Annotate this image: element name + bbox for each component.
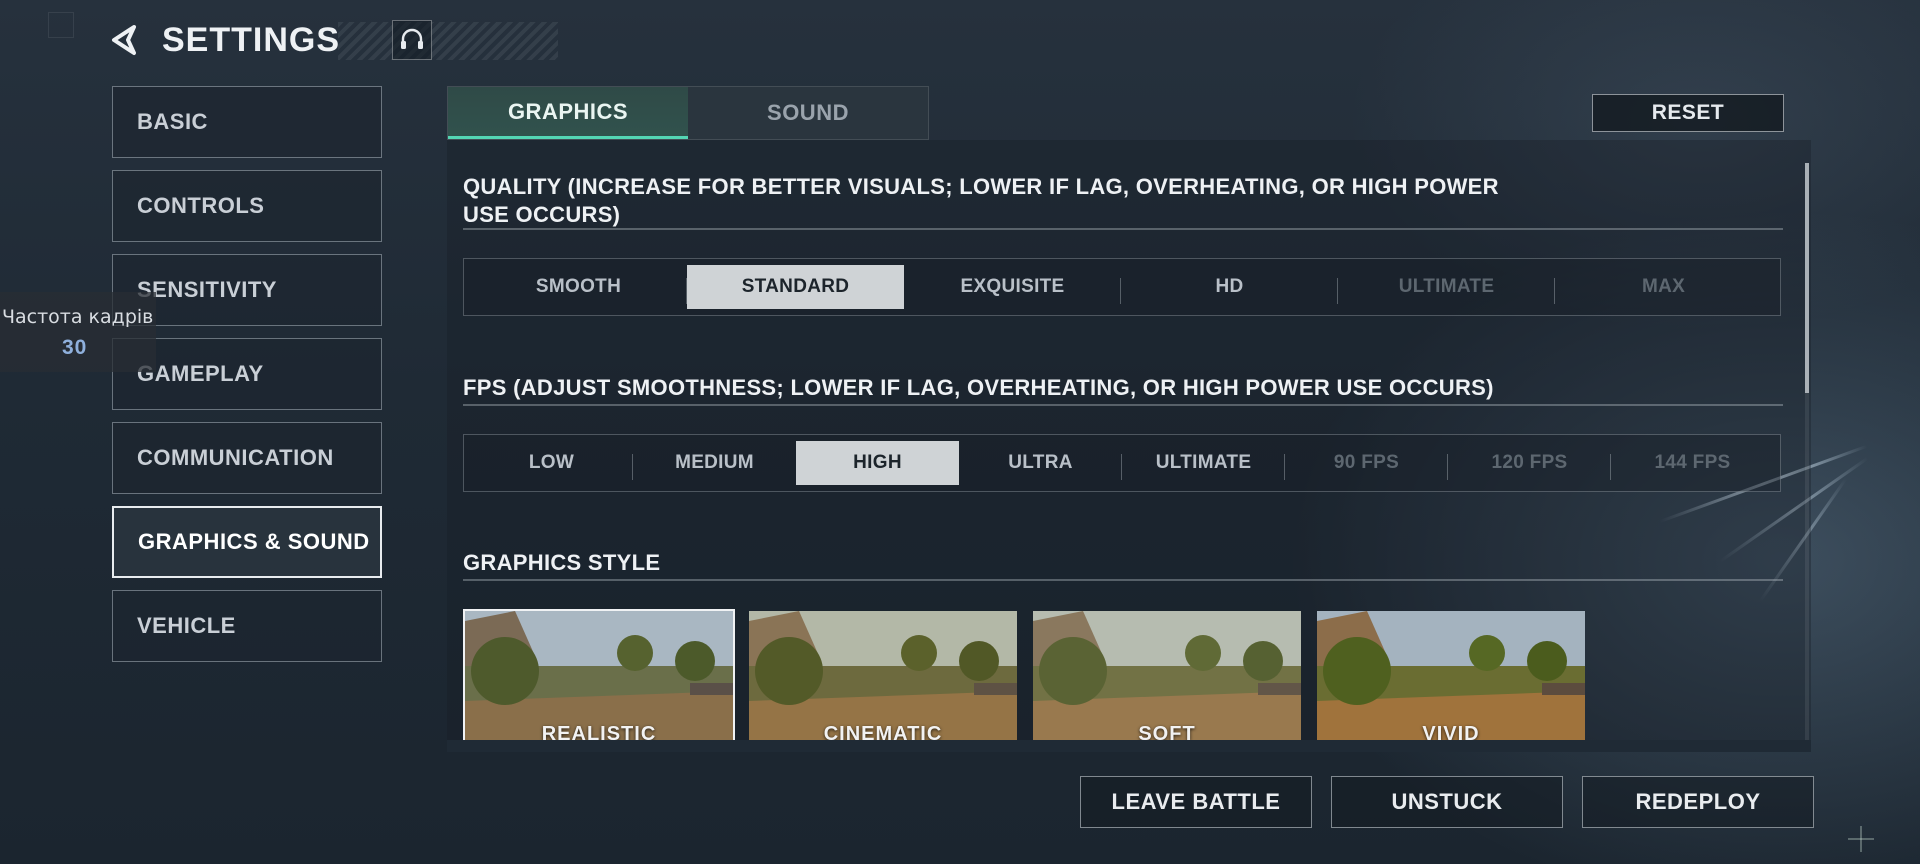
page-title: SETTINGS [162, 20, 341, 59]
header-stripes [338, 22, 558, 60]
quality-option-hd[interactable]: HD [1121, 265, 1338, 309]
sidebar-item-label: CONTROLS [137, 193, 265, 218]
graphics-style-title: GRAPHICS STYLE [463, 550, 661, 575]
corner-mark [48, 12, 74, 38]
fps-option-120[interactable]: 120 FPS [1448, 441, 1611, 485]
redeploy-button[interactable]: REDEPLOY [1582, 776, 1814, 828]
style-card-soft[interactable]: SOFT [1031, 609, 1303, 742]
quality-option-max[interactable]: MAX [1555, 265, 1772, 309]
frame-rate-overlay: Частота кадрів 30 [0, 292, 156, 372]
style-card-realistic[interactable]: REALISTIC [463, 609, 735, 742]
style-card-vivid[interactable]: VIVID [1315, 609, 1587, 742]
fps-option-medium[interactable]: MEDIUM [633, 441, 796, 485]
headset-button[interactable] [392, 20, 433, 60]
quality-title-line2: USE OCCURS) [463, 202, 621, 227]
quality-title-line1: QUALITY (INCREASE FOR BETTER VISUALS; LO… [463, 174, 1499, 199]
headset-icon [401, 28, 424, 49]
crosshair-icon [1848, 826, 1874, 852]
frame-rate-label: Частота кадрів [2, 306, 154, 328]
quality-options: SMOOTH STANDARD EXQUISITE HD ULTIMATE MA… [463, 258, 1781, 316]
settings-tabs: GRAPHICS SOUND [447, 86, 929, 140]
reset-button[interactable]: RESET [1592, 94, 1784, 132]
quality-option-exquisite[interactable]: EXQUISITE [904, 265, 1121, 309]
quality-option-standard[interactable]: STANDARD [687, 265, 904, 309]
leave-battle-button[interactable]: LEAVE BATTLE [1080, 776, 1312, 828]
sidebar-item-controls[interactable]: CONTROLS [112, 170, 382, 242]
sidebar-item-graphics-sound[interactable]: GRAPHICS & SOUND [112, 506, 382, 578]
style-card-cinematic[interactable]: CINEMATIC [747, 609, 1019, 742]
settings-header: SETTINGS [108, 18, 558, 62]
fps-option-ultra[interactable]: ULTRA [959, 441, 1122, 485]
quality-option-ultimate[interactable]: ULTIMATE [1338, 265, 1555, 309]
section-divider [463, 228, 1783, 230]
sidebar-item-label: SENSITIVITY [137, 277, 277, 302]
fps-option-ultimate[interactable]: ULTIMATE [1122, 441, 1285, 485]
frame-rate-value: 30 [62, 336, 88, 359]
fps-section-title: FPS (ADJUST SMOOTHNESS; LOWER IF LAG, OV… [463, 375, 1494, 400]
tab-sound[interactable]: SOUND [688, 87, 928, 139]
sidebar-item-basic[interactable]: BASIC [112, 86, 382, 158]
tab-graphics[interactable]: GRAPHICS [448, 87, 688, 139]
graphics-style-list: REALISTIC CINEMATIC SOFT VIVID [463, 609, 1587, 742]
sidebar-item-label: BASIC [137, 109, 208, 134]
sidebar-item-vehicle[interactable]: VEHICLE [112, 590, 382, 662]
sidebar-item-label: GRAPHICS & SOUND [138, 529, 370, 554]
content-fade [447, 740, 1811, 752]
fps-option-144[interactable]: 144 FPS [1611, 441, 1774, 485]
unstuck-button[interactable]: UNSTUCK [1331, 776, 1563, 828]
section-divider [463, 404, 1783, 406]
scrollbar-thumb[interactable] [1805, 163, 1809, 393]
fps-option-high[interactable]: HIGH [796, 441, 959, 485]
fps-option-low[interactable]: LOW [470, 441, 633, 485]
fps-option-90[interactable]: 90 FPS [1285, 441, 1448, 485]
quality-option-smooth[interactable]: SMOOTH [470, 265, 687, 309]
back-arrow-icon[interactable] [108, 23, 142, 57]
fps-options: LOW MEDIUM HIGH ULTRA ULTIMATE 90 FPS 12… [463, 434, 1781, 492]
settings-sidebar: BASIC CONTROLS SENSITIVITY GAMEPLAY COMM… [112, 86, 382, 674]
sidebar-item-label: COMMUNICATION [137, 445, 334, 470]
section-divider [463, 579, 1783, 581]
quality-section-title: QUALITY (INCREASE FOR BETTER VISUALS; LO… [463, 173, 1499, 229]
sidebar-item-label: VEHICLE [137, 613, 236, 638]
sidebar-item-communication[interactable]: COMMUNICATION [112, 422, 382, 494]
